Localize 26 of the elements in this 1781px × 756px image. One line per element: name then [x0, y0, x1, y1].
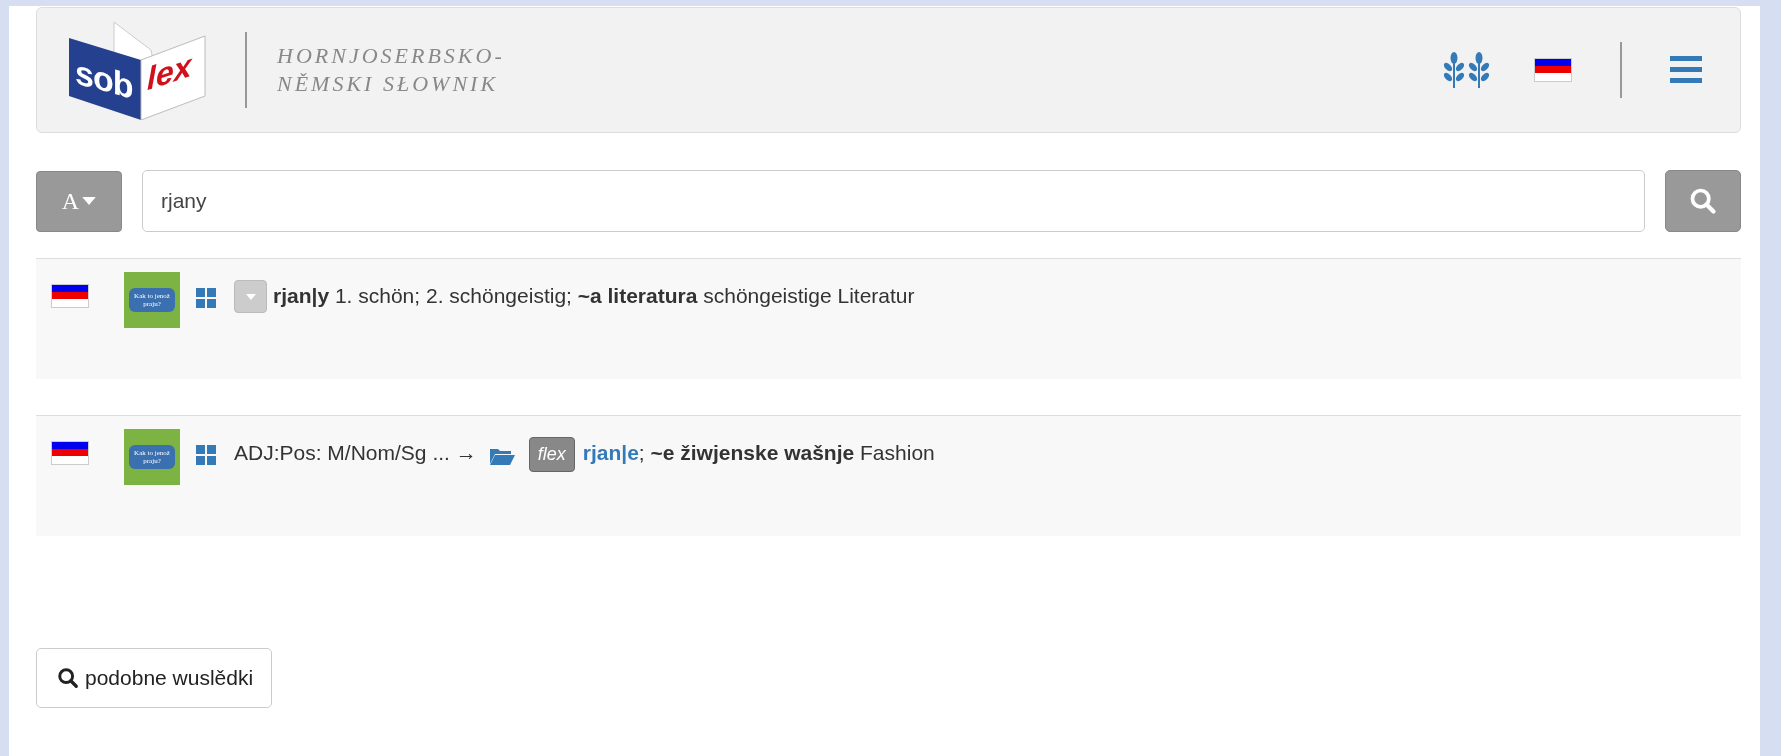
search-field[interactable]: rjany: [142, 170, 1645, 232]
menu-icon[interactable]: [1670, 56, 1702, 84]
folder-icon[interactable]: [488, 446, 515, 466]
wheat-icon[interactable]: [1442, 52, 1492, 88]
site-title: HORNJOSERBSKO- NĚMSKI SŁOWNIK: [277, 42, 505, 98]
search-button[interactable]: [1665, 170, 1741, 232]
entry-text: rjan|y 1. schön; 2. schöngeistig; ~a literatura schöngeistige Literatur: [273, 284, 915, 308]
grid-icon[interactable]: [196, 445, 216, 465]
entry-text: ; ~e žiwjenske wašnje Fashion: [638, 441, 935, 464]
flag-icon[interactable]: [51, 441, 89, 465]
caret-icon: [82, 196, 97, 206]
logo[interactable]: sob lex: [69, 20, 209, 120]
flag-icon[interactable]: [1534, 58, 1572, 82]
grid-icon[interactable]: [196, 288, 216, 308]
logo-text: sob: [75, 52, 133, 107]
similar-results-button[interactable]: podobne wuslědki: [36, 648, 273, 708]
flag-icon[interactable]: [51, 284, 89, 308]
caret-icon: [245, 293, 256, 300]
logo-text: lex: [147, 46, 192, 99]
grammar-text: ADJ:Pos: M/Nom/Sg ... →: [234, 441, 477, 465]
alphabet-button[interactable]: A: [36, 170, 122, 232]
flex-tag[interactable]: flex: [528, 437, 575, 472]
search-icon: [1689, 187, 1717, 215]
search-icon: [57, 667, 79, 689]
book-icon: [69, 20, 209, 120]
entry-link[interactable]: rjan|e: [582, 441, 639, 464]
